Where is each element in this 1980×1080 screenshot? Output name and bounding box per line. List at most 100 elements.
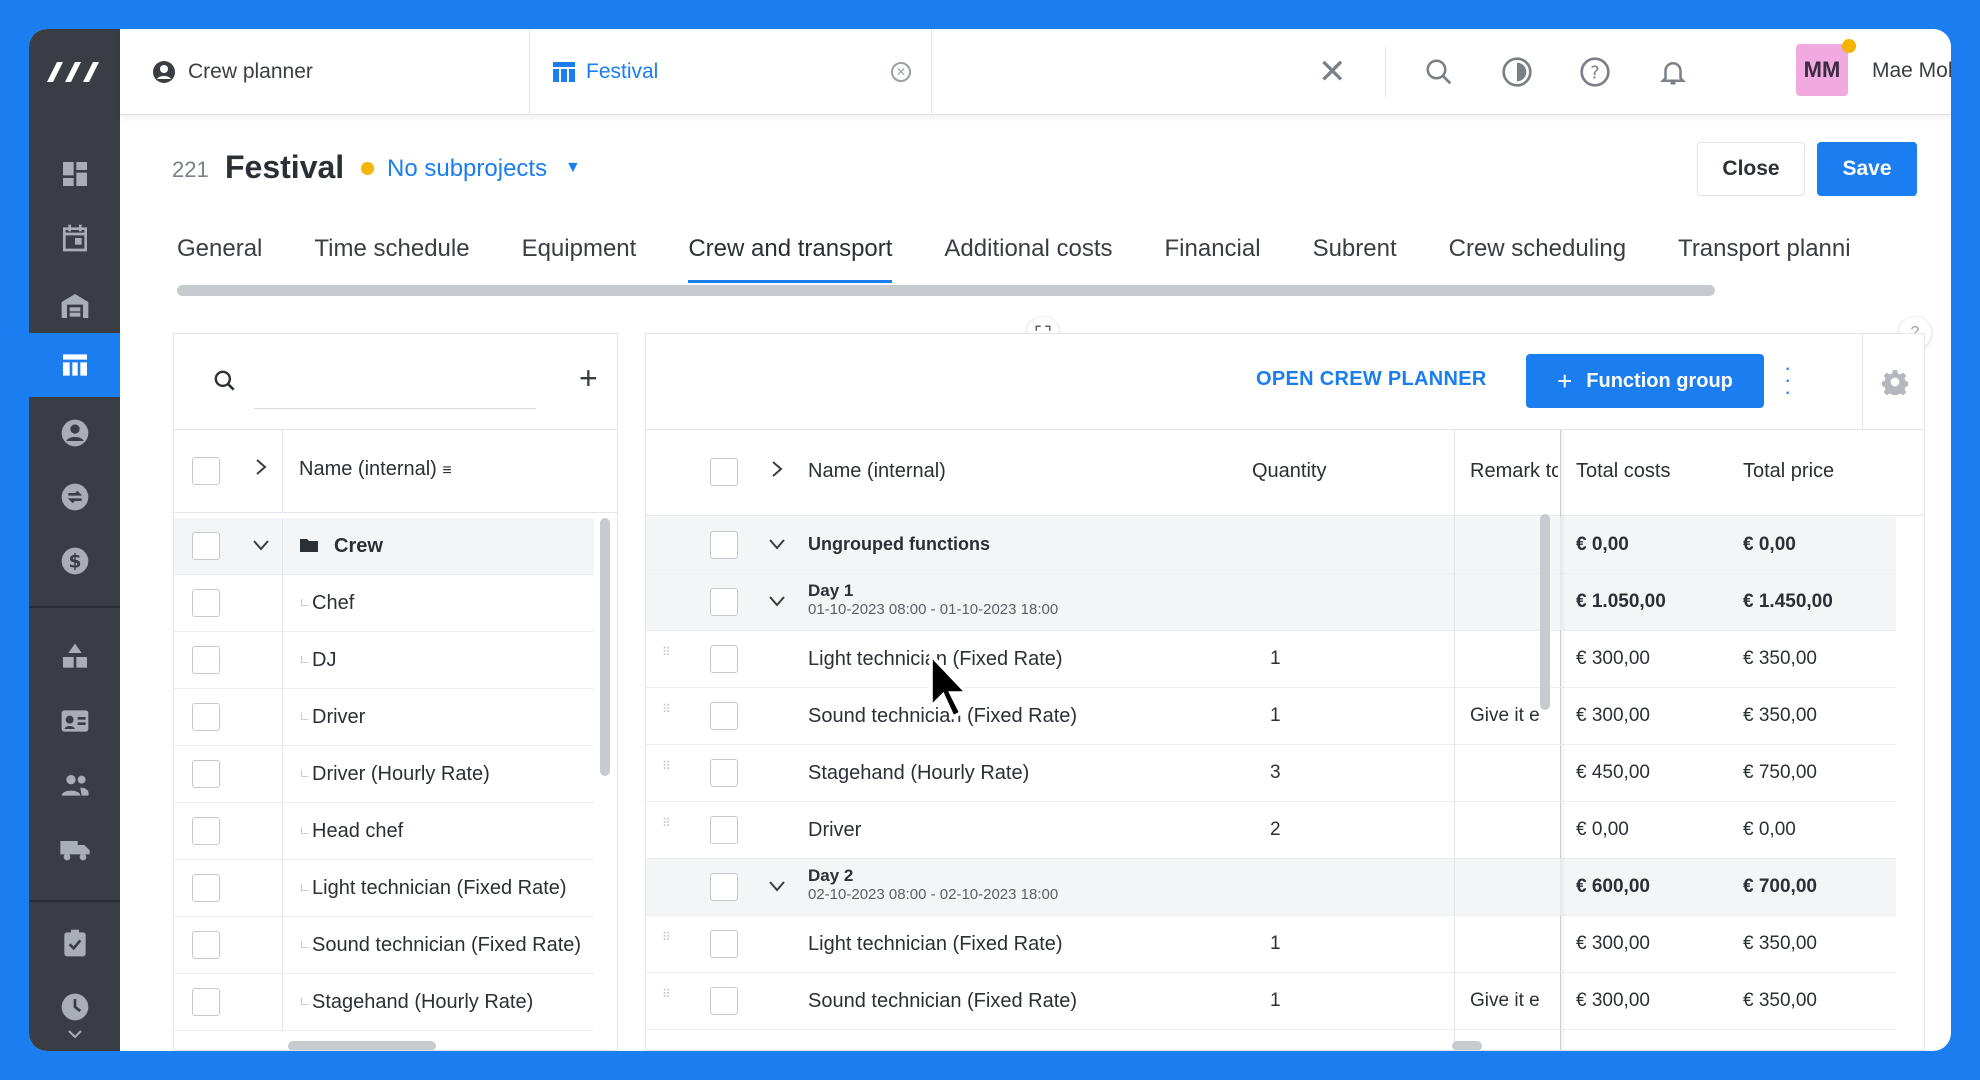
chevron-down-icon[interactable] [768, 592, 786, 613]
subprojects-dropdown[interactable]: No subprojects [387, 155, 547, 183]
row-checkbox[interactable] [710, 930, 738, 958]
add-function-group-button[interactable]: + Function group [1526, 354, 1764, 408]
list-item[interactable]: ∟ Stagehand (Hourly Rate) [174, 974, 594, 1031]
column-remark-header[interactable]: Remark to [1470, 460, 1558, 483]
theme-icon[interactable] [1500, 55, 1534, 89]
quantity-value[interactable]: 3 [1270, 762, 1281, 784]
drag-handle-icon[interactable]: ⠿ [662, 703, 672, 715]
warehouse-icon[interactable] [29, 274, 120, 338]
chevron-down-icon[interactable] [252, 536, 270, 557]
quantity-value[interactable]: 2 [1270, 819, 1281, 841]
bell-icon[interactable] [1656, 55, 1690, 89]
row-checkbox[interactable] [192, 532, 220, 560]
table-row[interactable]: ⠿ Sound technician (Fixed Rate) 1 Give it e… [646, 973, 1896, 1030]
tab-additional-costs[interactable]: Additional costs [944, 235, 1112, 275]
tab-equipment[interactable]: Equipment [522, 235, 637, 275]
list-item[interactable]: ∟ Chef [174, 575, 594, 632]
drag-handle-icon[interactable]: ⠿ [662, 931, 672, 943]
table-row[interactable]: ⠿ Light technician (Fixed Rate) 1 € 300,00 €… [646, 916, 1896, 973]
row-checkbox[interactable] [192, 988, 220, 1016]
row-checkbox[interactable] [710, 531, 738, 559]
more-options-icon[interactable]: · · · [1784, 357, 1791, 403]
column-name-header[interactable]: Name (internal) ≡ [299, 458, 452, 481]
row-checkbox[interactable] [192, 817, 220, 845]
settings-button[interactable] [1862, 334, 1924, 430]
list-item[interactable]: ∟ Driver (Hourly Rate) [174, 746, 594, 803]
finance-icon[interactable]: $ [29, 529, 120, 593]
row-checkbox[interactable] [710, 987, 738, 1015]
crew-card-icon[interactable] [29, 689, 120, 753]
chevron-right-icon[interactable] [770, 460, 784, 483]
list-item[interactable]: ∟ Sound technician (Fixed Rate) [174, 917, 594, 974]
right-horizontal-scrollbar[interactable] [1452, 1041, 1482, 1050]
tab-subrent[interactable]: Subrent [1313, 235, 1397, 275]
row-checkbox[interactable] [192, 931, 220, 959]
open-crew-planner-link[interactable]: OPEN CREW PLANNER [1256, 368, 1487, 391]
quantity-value[interactable]: 1 [1270, 705, 1281, 727]
row-checkbox[interactable] [710, 816, 738, 844]
row-checkbox[interactable] [192, 874, 220, 902]
quantity-value[interactable]: 1 [1270, 990, 1281, 1012]
row-checkbox[interactable] [710, 645, 738, 673]
help-icon[interactable]: ? [1578, 55, 1612, 89]
close-icon[interactable]: ✕ [1318, 55, 1347, 89]
row-checkbox[interactable] [192, 589, 220, 617]
function-group-row[interactable]: Ungrouped functions € 0,00 € 0,00 [646, 517, 1896, 574]
list-item[interactable]: ∟ Light technician (Fixed Rate) [174, 860, 594, 917]
swap-icon[interactable] [29, 465, 120, 529]
tab-festival[interactable]: Festival ✕ [532, 29, 932, 115]
column-quantity-header[interactable]: Quantity [1252, 460, 1326, 483]
user-name[interactable]: Mae Mohammadi [1872, 59, 1951, 83]
chevron-down-icon[interactable] [768, 535, 786, 556]
drag-handle-icon[interactable]: ⠿ [662, 760, 672, 772]
tab-general[interactable]: General [177, 235, 262, 275]
chevron-down-icon[interactable] [29, 1014, 120, 1051]
quantity-value[interactable]: 1 [1270, 648, 1281, 670]
list-item[interactable]: ∟ Driver [174, 689, 594, 746]
row-checkbox[interactable] [710, 702, 738, 730]
tabs-scrollbar[interactable] [177, 285, 1715, 296]
save-button[interactable]: Save [1817, 142, 1917, 196]
left-vertical-scrollbar[interactable] [600, 518, 610, 776]
tab-crew-planner[interactable]: Crew planner [150, 29, 530, 115]
search-input[interactable] [254, 408, 536, 409]
day-group-row[interactable]: Day 2 02-10-2023 08:00 - 02-10-2023 18:00… [646, 859, 1896, 916]
table-row[interactable]: ⠿ Stagehand (Hourly Rate) 3 € 450,00 € 750,0… [646, 745, 1896, 802]
day-group-row[interactable]: Day 1 01-10-2023 08:00 - 01-10-2023 18:00… [646, 574, 1896, 631]
caret-down-icon[interactable]: ▼ [565, 159, 581, 177]
column-total-costs-header[interactable]: Total costs [1576, 460, 1670, 483]
truck-icon[interactable] [29, 817, 120, 881]
avatar[interactable]: MM [1796, 44, 1848, 96]
drag-handle-icon[interactable]: ⠿ [662, 646, 672, 658]
search-icon[interactable] [212, 368, 238, 394]
column-total-price-header[interactable]: Total price [1743, 460, 1834, 483]
drag-handle-icon[interactable]: ⠿ [662, 988, 672, 1000]
row-checkbox[interactable] [710, 588, 738, 616]
projects-table-icon[interactable] [29, 333, 120, 397]
left-horizontal-scrollbar[interactable] [288, 1041, 436, 1050]
table-row[interactable]: ⠿ Driver 2 € 0,00 € 0,00 [646, 802, 1896, 859]
column-name-header[interactable]: Name (internal) [808, 460, 946, 483]
tab-crew-and-transport[interactable]: Crew and transport [688, 235, 893, 283]
close-tab-icon[interactable]: ✕ [891, 62, 911, 82]
contacts-icon[interactable] [29, 401, 120, 465]
table-row[interactable]: ⠿ Sound technician (Fixed Rate) 1 Give it e… [646, 688, 1896, 745]
row-checkbox[interactable] [192, 646, 220, 674]
inventory-icon[interactable] [29, 625, 120, 689]
tab-financial[interactable]: Financial [1165, 235, 1261, 275]
select-all-checkbox[interactable] [710, 458, 738, 486]
drag-handle-icon[interactable]: ⠿ [662, 817, 672, 829]
dashboard-icon[interactable] [29, 142, 120, 206]
list-item[interactable]: ∟ DJ [174, 632, 594, 689]
table-row[interactable]: ⠿ Light technician (Fixed Rate) 1 € 300,00 €… [646, 631, 1896, 688]
tab-crew-scheduling[interactable]: Crew scheduling [1449, 235, 1626, 275]
tab-time-schedule[interactable]: Time schedule [314, 235, 469, 275]
list-item[interactable]: ∟ Head chef [174, 803, 594, 860]
select-all-checkbox[interactable] [192, 457, 220, 485]
remark-value[interactable]: Give it e [1470, 705, 1548, 727]
remark-value[interactable]: Give it e [1470, 990, 1548, 1012]
chevron-right-icon[interactable] [254, 458, 268, 481]
search-icon[interactable] [1422, 55, 1456, 89]
row-checkbox[interactable] [192, 760, 220, 788]
tab-transport-planning[interactable]: Transport planni [1678, 235, 1851, 275]
